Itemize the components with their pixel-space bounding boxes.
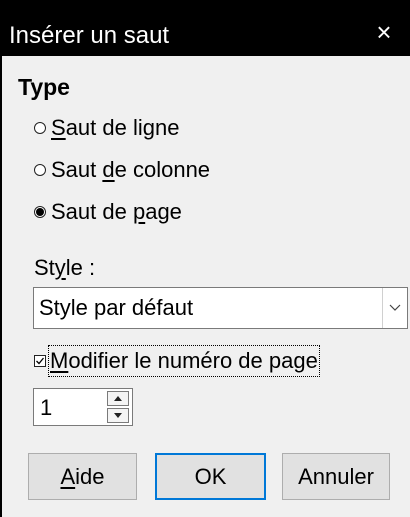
- checkmark-icon[interactable]: [34, 355, 46, 367]
- type-section-heading: Type: [18, 74, 70, 100]
- cancel-button[interactable]: Annuler: [282, 453, 390, 500]
- page-number-spinbox[interactable]: 1: [33, 388, 133, 426]
- dialog-titlebar: Insérer un saut ×: [0, 0, 410, 56]
- radio-indicator[interactable]: [34, 164, 46, 176]
- style-label: Style :: [34, 255, 96, 280]
- radio-label: Saut de ligne: [51, 115, 180, 140]
- radio-indicator[interactable]: [34, 122, 46, 134]
- radio-label: Saut de colonne: [51, 157, 211, 182]
- chevron-down-icon[interactable]: [382, 288, 407, 328]
- radio-page-break[interactable]: Saut de page: [34, 196, 182, 228]
- checkbox-label: Modifier le numéro de page: [48, 345, 320, 377]
- close-icon[interactable]: ×: [366, 14, 402, 50]
- radio-line-break[interactable]: Saut de ligne: [34, 112, 179, 144]
- help-button[interactable]: Aide: [28, 453, 137, 500]
- change-page-number-checkbox[interactable]: Modifier le numéro de page: [34, 343, 320, 379]
- radio-indicator-checked[interactable]: [34, 206, 46, 218]
- style-dropdown-value: Style par défaut: [39, 295, 194, 320]
- page-number-value[interactable]: 1: [40, 394, 52, 422]
- radio-column-break[interactable]: Saut de colonne: [34, 154, 210, 186]
- style-dropdown[interactable]: Style par défaut: [33, 287, 408, 329]
- dialog-left-border: [0, 56, 2, 517]
- radio-label: Saut de page: [51, 199, 182, 224]
- triangle-down-icon[interactable]: [107, 408, 129, 423]
- ok-button[interactable]: OK: [155, 453, 266, 500]
- dialog-title: Insérer un saut: [9, 22, 170, 49]
- triangle-up-icon[interactable]: [107, 391, 129, 406]
